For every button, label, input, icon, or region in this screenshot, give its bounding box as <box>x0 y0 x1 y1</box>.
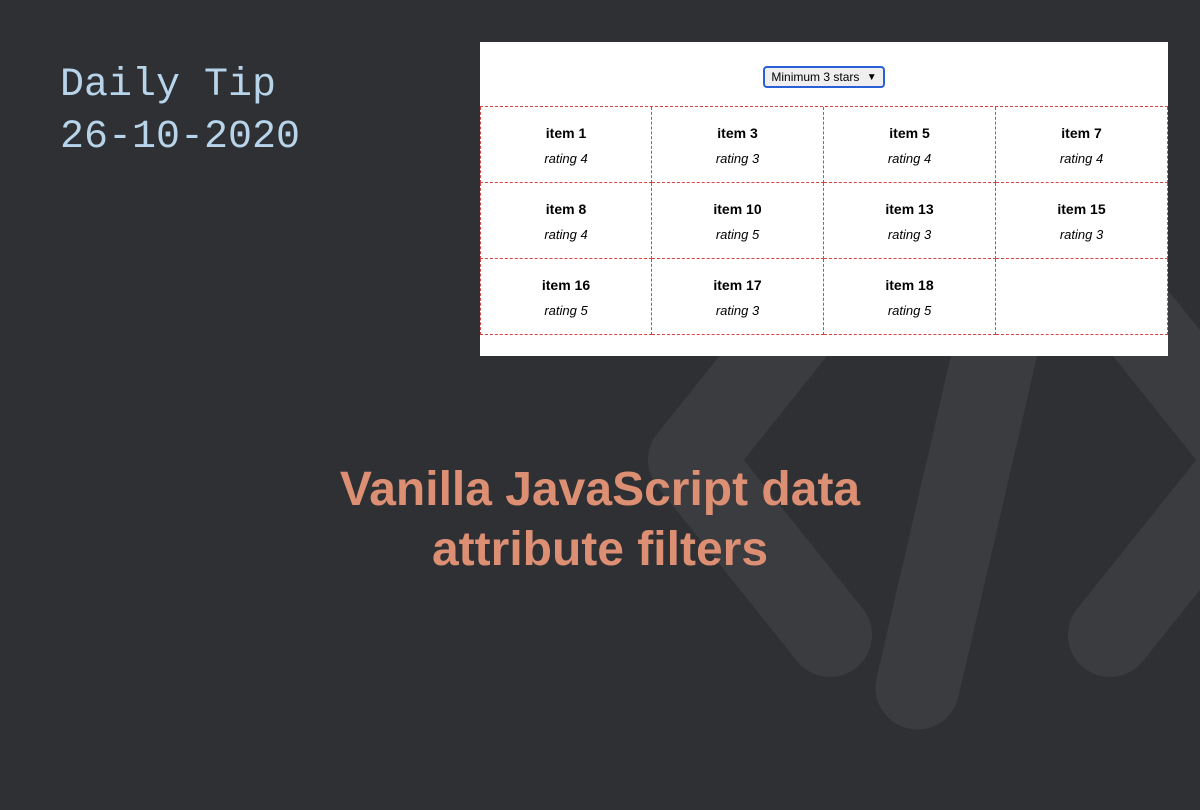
item-name: item 16 <box>491 277 641 293</box>
item-rating: rating 5 <box>491 303 641 318</box>
grid-item: item 13 rating 3 <box>824 183 996 259</box>
item-name: item 7 <box>1006 125 1157 141</box>
item-rating: rating 3 <box>1006 227 1157 242</box>
item-rating: rating 3 <box>662 151 813 166</box>
header: Daily Tip 26-10-2020 <box>60 60 300 164</box>
item-rating: rating 5 <box>834 303 985 318</box>
grid-item: item 15 rating 3 <box>996 183 1168 259</box>
item-rating: rating 4 <box>491 227 641 242</box>
item-name: item 15 <box>1006 201 1157 217</box>
item-name: item 3 <box>662 125 813 141</box>
item-name: item 18 <box>834 277 985 293</box>
item-rating: rating 3 <box>662 303 813 318</box>
item-name: item 8 <box>491 201 641 217</box>
grid-item: item 1 rating 4 <box>480 107 652 183</box>
demo-panel: Minimum 3 stars ▼ item 1 rating 4 item 3… <box>480 42 1168 356</box>
title-line: Vanilla JavaScript data <box>0 460 1200 520</box>
grid-item: item 18 rating 5 <box>824 259 996 335</box>
select-value: Minimum 3 stars <box>771 70 859 84</box>
header-date: 26-10-2020 <box>60 112 300 164</box>
item-rating: rating 5 <box>662 227 813 242</box>
chevron-down-icon: ▼ <box>867 72 877 83</box>
select-wrapper: Minimum 3 stars ▼ <box>480 42 1168 106</box>
grid-item-empty <box>996 259 1168 335</box>
item-name: item 1 <box>491 125 641 141</box>
grid-item: item 5 rating 4 <box>824 107 996 183</box>
item-rating: rating 3 <box>834 227 985 242</box>
item-rating: rating 4 <box>834 151 985 166</box>
item-rating: rating 4 <box>1006 151 1157 166</box>
item-name: item 5 <box>834 125 985 141</box>
grid-item: item 8 rating 4 <box>480 183 652 259</box>
grid-item: item 17 rating 3 <box>652 259 824 335</box>
rating-select[interactable]: Minimum 3 stars ▼ <box>763 66 884 88</box>
grid-item: item 3 rating 3 <box>652 107 824 183</box>
item-rating: rating 4 <box>491 151 641 166</box>
grid-item: item 10 rating 5 <box>652 183 824 259</box>
title-line: attribute filters <box>0 520 1200 580</box>
grid-item: item 16 rating 5 <box>480 259 652 335</box>
item-name: item 17 <box>662 277 813 293</box>
grid-item: item 7 rating 4 <box>996 107 1168 183</box>
article-title: Vanilla JavaScript data attribute filter… <box>0 460 1200 580</box>
header-label: Daily Tip <box>60 60 300 112</box>
item-name: item 10 <box>662 201 813 217</box>
items-grid: item 1 rating 4 item 3 rating 3 item 5 r… <box>480 106 1168 335</box>
item-name: item 13 <box>834 201 985 217</box>
